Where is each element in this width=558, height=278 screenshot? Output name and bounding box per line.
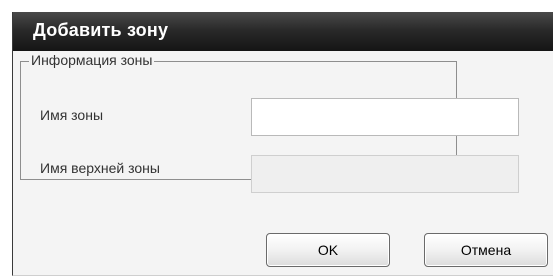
parent-zone-name-input[interactable]	[251, 155, 519, 193]
ok-button[interactable]: OK	[266, 233, 390, 267]
cancel-button[interactable]: Отмена	[424, 233, 548, 267]
parent-zone-name-label: Имя верхней зоны	[40, 160, 160, 176]
dialog-title: Добавить зону	[33, 20, 169, 40]
zone-name-input[interactable]	[251, 98, 519, 136]
dialog-titlebar[interactable]: Добавить зону	[13, 12, 553, 51]
zone-info-group-label: Информация зоны	[29, 52, 155, 68]
zone-name-label: Имя зоны	[40, 107, 103, 123]
